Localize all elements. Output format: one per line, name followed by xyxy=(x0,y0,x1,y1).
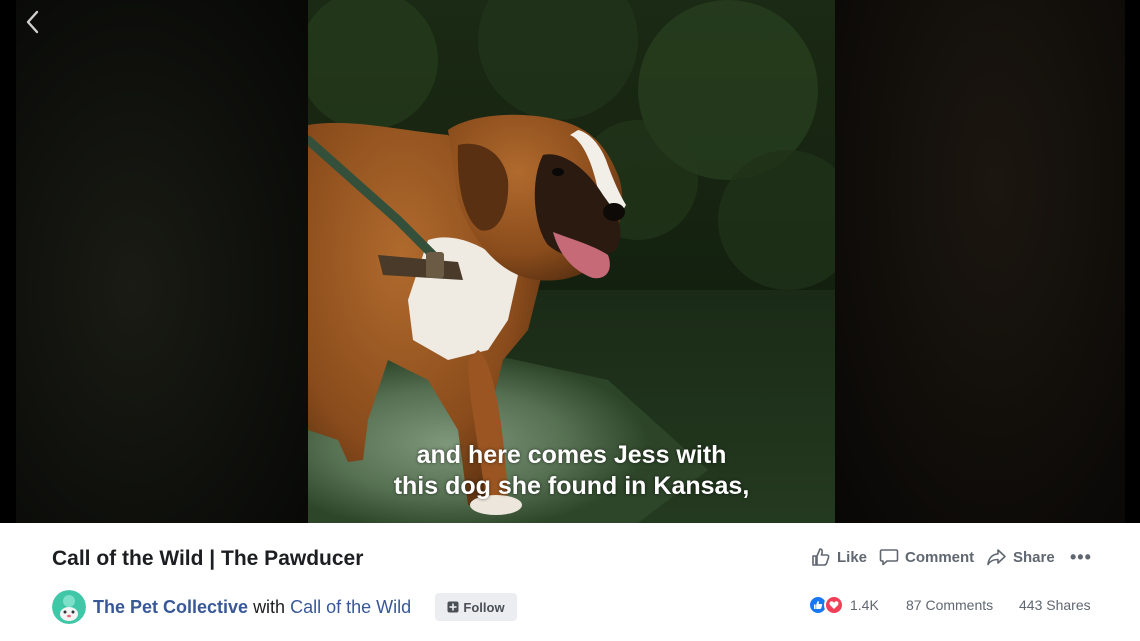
post-title: Call of the Wild | The Pawducer xyxy=(52,547,364,570)
like-label: Like xyxy=(837,548,868,566)
more-options-button[interactable]: ••• xyxy=(1070,545,1092,569)
reactions-count: 1.4K xyxy=(850,597,879,613)
comment-bubble-icon xyxy=(879,549,899,566)
follow-label: Follow xyxy=(463,599,505,615)
more-dots-icon: ••• xyxy=(1070,546,1092,567)
with-text: with xyxy=(253,596,286,617)
stage-edge-left xyxy=(0,0,16,523)
page-avatar[interactable] xyxy=(52,590,86,624)
share-arrow-icon xyxy=(987,549,1006,566)
comment-button[interactable]: Comment xyxy=(879,545,974,569)
love-reaction-icon xyxy=(824,595,844,615)
back-button[interactable] xyxy=(20,8,46,36)
like-button[interactable]: Like xyxy=(811,545,867,569)
blurred-backdrop-left xyxy=(16,0,308,523)
post-byline: The Pet Collective with Call of the Wild xyxy=(52,590,411,624)
share-button[interactable]: Share xyxy=(986,545,1055,569)
caption-line-1: and here comes Jess with xyxy=(416,441,727,469)
follow-plus-icon xyxy=(447,601,459,613)
comments-count: 87 Comments xyxy=(906,597,994,613)
video-captions: and here comes Jess with this dog she fo… xyxy=(308,440,835,502)
blurred-backdrop-right xyxy=(835,0,1125,523)
shares-count-link[interactable]: 443 Shares xyxy=(1019,594,1091,616)
comment-label: Comment xyxy=(905,548,975,566)
pet-collective-logo-icon xyxy=(52,590,86,624)
reactions-summary[interactable]: 1.4K xyxy=(808,594,879,616)
back-arrow-icon xyxy=(26,10,39,34)
post-info-panel: Call of the Wild | The Pawducer Like Com… xyxy=(16,523,1125,641)
share-label: Share xyxy=(1013,548,1055,566)
stage-edge-right xyxy=(1125,0,1140,523)
caption-line-2: this dog she found in Kansas, xyxy=(393,472,750,500)
video-stage: and here comes Jess with this dog she fo… xyxy=(0,0,1140,523)
like-thumb-icon xyxy=(812,548,830,566)
page-name-link[interactable]: The Pet Collective xyxy=(93,597,248,618)
shares-count: 443 Shares xyxy=(1019,597,1091,613)
follow-button[interactable]: Follow xyxy=(435,593,517,621)
comments-count-link[interactable]: 87 Comments xyxy=(906,594,993,616)
tagged-page-link[interactable]: Call of the Wild xyxy=(290,597,411,618)
